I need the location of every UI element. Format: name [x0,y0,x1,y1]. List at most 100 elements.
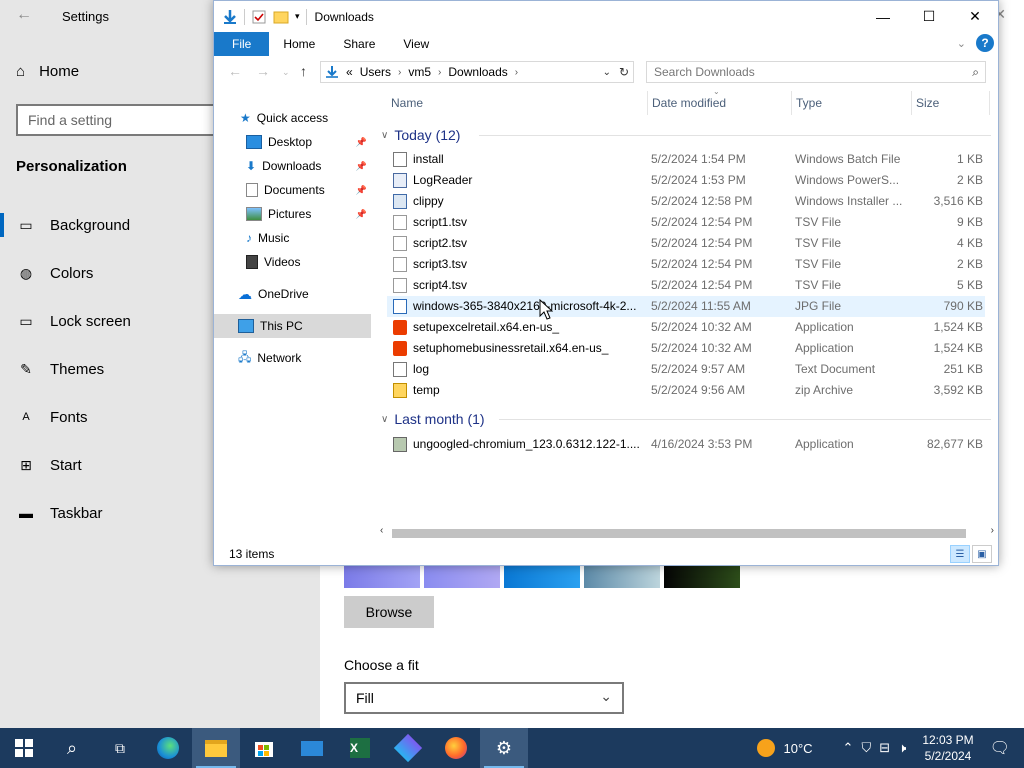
breadcrumb-users[interactable]: Users [360,65,391,79]
find-setting-input[interactable]: Find a setting [16,104,246,136]
refresh-icon[interactable]: ↻ [619,65,629,79]
nav-videos[interactable]: Videos [214,250,371,274]
nav-onedrive[interactable]: ☁ OneDrive [214,282,371,306]
nav-network[interactable]: 🖧 Network [214,346,371,370]
mouse-cursor-icon [539,299,553,320]
browse-button[interactable]: Browse [344,596,434,628]
nav-pictures[interactable]: Pictures 📌 [214,202,371,226]
expand-ribbon-icon[interactable]: ⌄ [957,37,966,50]
recent-image-thumb[interactable] [664,566,740,588]
security-shield-icon[interactable]: ⛉ [861,740,871,756]
start-button[interactable] [0,728,48,768]
scrollbar-thumb[interactable] [392,529,966,538]
maximize-icon[interactable]: ☐ [906,1,952,32]
file-explorer-icon[interactable] [192,728,240,768]
file-size: 790 KB [943,299,983,313]
nav-music[interactable]: ♪ Music [214,226,371,250]
title-bar[interactable]: ▾ Downloads — ☐ ✕ [214,1,998,32]
recent-image-thumb[interactable] [584,566,660,588]
recent-image-thumb[interactable] [424,566,500,588]
chevron-right-icon[interactable]: › [438,67,441,78]
scroll-left-icon[interactable]: ‹ [380,525,383,536]
file-row[interactable]: setupexcelretail.x64.en-us_ 5/2/2024 10:3… [387,317,985,338]
file-row[interactable]: script3.tsv 5/2/2024 12:54 PM TSV File 2 KB [387,254,985,275]
column-type[interactable]: Type [796,89,822,117]
scroll-right-icon[interactable]: › [991,525,994,536]
nav-this-pc[interactable]: This PC [214,314,371,338]
file-date: 5/2/2024 1:53 PM [651,173,746,187]
file-row[interactable]: ungoogled-chromium_123.0.6312.122-1.... 4… [387,434,985,455]
nav-item-label: Taskbar [50,504,103,522]
help-icon[interactable]: ? [976,34,994,52]
tab-home[interactable]: Home [269,32,329,56]
firefox-icon[interactable] [432,728,480,768]
new-folder-icon[interactable] [273,9,289,25]
settings-home-link[interactable]: ⌂ Home [16,63,79,80]
back-arrow-icon[interactable]: ← [16,6,32,24]
tab-share[interactable]: Share [329,32,389,56]
recent-locations-icon[interactable]: ⌄ [282,67,290,78]
customize-dropdown-icon[interactable]: ▾ [295,11,300,22]
file-row[interactable]: script1.tsv 5/2/2024 12:54 PM TSV File 9 KB [387,212,985,233]
recent-image-thumb[interactable] [344,566,420,588]
status-bar: 13 items [214,543,998,565]
address-dropdown-icon[interactable]: ⌄ [603,67,611,78]
address-bar[interactable]: « Users › vm5 › Downloads › ⌄ ↻ [320,61,634,83]
chevron-right-icon[interactable]: › [515,67,518,78]
breadcrumb-vm5[interactable]: vm5 [408,65,431,79]
tab-view[interactable]: View [389,32,443,56]
group-header-today[interactable]: ∨ Today (12) [379,124,460,146]
close-icon[interactable]: ✕ [952,1,998,32]
file-row[interactable]: log 5/2/2024 9:57 AM Text Document 251 KB [387,359,985,380]
column-name[interactable]: Name [391,89,423,117]
edge-icon[interactable] [144,728,192,768]
details-view-icon[interactable]: ☰ [950,545,970,563]
back-icon[interactable]: ← [228,63,242,79]
tab-file[interactable]: File [214,32,270,56]
file-row[interactable]: setuphomebusinessretail.x64.en-us_ 5/2/20… [387,338,985,359]
horizontal-scrollbar[interactable]: ‹ › [376,525,998,542]
forward-icon[interactable]: → [256,63,270,79]
volume-muted-icon[interactable]: 🕨 [898,740,906,756]
file-row[interactable]: clippy 5/2/2024 12:58 PM Windows Installer… [387,191,985,212]
mail-icon[interactable] [288,728,336,768]
search-downloads-input[interactable]: Search Downloads ⌕ [646,61,986,83]
weather-temperature[interactable]: 10°C [783,741,812,756]
copilot-icon[interactable] [384,728,432,768]
star-icon: ★ [240,111,251,125]
download-arrow-icon: ⬇ [246,159,257,173]
properties-icon[interactable] [251,9,267,25]
nav-desktop[interactable]: Desktop 📌 [214,130,371,154]
clock[interactable]: 12:03 PM 5/2/2024 [922,732,973,764]
search-icon[interactable]: ⌕ [48,728,96,768]
nav-downloads[interactable]: ⬇ Downloads 📌 [214,154,371,178]
column-size[interactable]: Size [916,89,939,117]
large-icons-view-icon[interactable]: ▣ [972,545,992,563]
file-row[interactable]: windows-365-3840x2160-microsoft-4k-2... 5… [387,296,985,317]
nav-quick-access[interactable]: ★ Quick access [214,106,371,130]
chevron-right-icon[interactable]: › [398,67,401,78]
file-row[interactable]: LogReader 5/2/2024 1:53 PM Windows PowerS.… [387,170,985,191]
file-row[interactable]: temp 5/2/2024 9:56 AM zip Archive 3,592 KB [387,380,985,401]
file-row[interactable]: script2.tsv 5/2/2024 12:54 PM TSV File 4 KB [387,233,985,254]
weather-sun-icon[interactable] [757,739,776,757]
file-row[interactable]: script4.tsv 5/2/2024 12:54 PM TSV File 5 KB [387,275,985,296]
task-view-icon[interactable]: ⧉ [96,728,144,768]
breadcrumb-overflow[interactable]: « [346,65,353,79]
excel-icon[interactable]: X [336,728,384,768]
group-header-last-month[interactable]: ∨ Last month (1) [379,408,485,430]
choose-fit-select[interactable]: Fill ⌄ [344,682,624,714]
file-row[interactable]: install 5/2/2024 1:54 PM Windows Batch Fil… [387,149,985,170]
minimize-icon[interactable]: — [860,1,906,32]
settings-gear-icon[interactable]: ⚙ [480,728,528,768]
recent-image-thumb[interactable] [504,566,580,588]
file-type: Windows Batch File [795,152,901,166]
notifications-icon[interactable]: 🗨 [990,738,1010,758]
microsoft-store-icon[interactable] [240,728,288,768]
breadcrumb-downloads[interactable]: Downloads [448,65,507,79]
up-arrow-icon[interactable]: ↑ [300,63,307,79]
nav-label: Network [257,351,302,365]
show-hidden-icons-icon[interactable]: ⌃ [843,740,854,756]
nav-documents[interactable]: Documents 📌 [214,178,371,202]
network-icon[interactable]: ⊟ [879,740,890,756]
